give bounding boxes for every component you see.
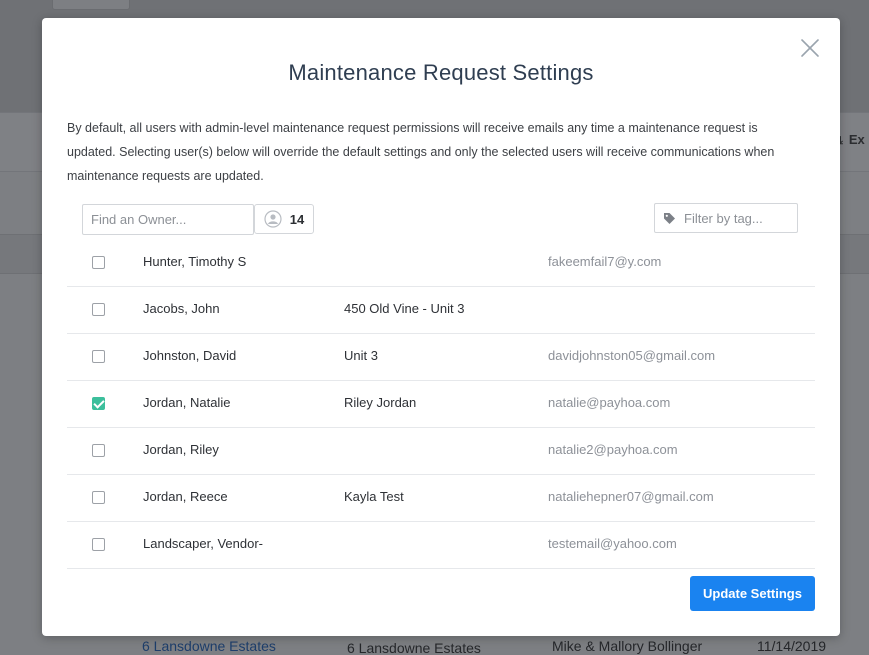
owner-list: Hunter, Timothy S fakeemfail7@y.com Jaco… — [67, 240, 815, 569]
owner-name: Jordan, Riley — [143, 442, 219, 457]
owner-checkbox[interactable] — [92, 397, 105, 410]
maintenance-settings-modal: Maintenance Request Settings By default,… — [42, 18, 840, 636]
background-owners: Mike & Mallory Bollinger — [552, 638, 703, 654]
owner-email: nataliehepner07@gmail.com — [548, 489, 714, 504]
owner-checkbox[interactable] — [92, 444, 105, 457]
owner-name: Jacobs, John — [143, 301, 220, 316]
background-date: 11/14/2019 — [757, 638, 827, 654]
modal-title: Maintenance Request Settings — [288, 60, 594, 85]
owner-name: Jordan, Reece — [143, 489, 228, 504]
user-circle-icon — [264, 210, 282, 228]
owner-checkbox[interactable] — [92, 350, 105, 363]
owner-email: testemail@yahoo.com — [548, 536, 677, 551]
owner-unit: 450 Old Vine - Unit 3 — [344, 301, 465, 316]
background-property-link: 6 Lansdowne Estates — [142, 638, 276, 654]
owner-row: Johnston, David Unit 3 davidjohnston05@g… — [67, 334, 815, 381]
owner-row: Jordan, Riley natalie2@payhoa.com — [67, 428, 815, 475]
owner-name: Hunter, Timothy S — [143, 254, 247, 269]
owner-email: davidjohnston05@gmail.com — [548, 348, 716, 363]
owner-email: natalie@payhoa.com — [548, 395, 671, 410]
owner-row: Jordan, Reece Kayla Test nataliehepner07… — [67, 475, 815, 522]
owner-count-button[interactable]: 14 — [254, 204, 314, 234]
owner-row: Jordan, Natalie Riley Jordan natalie@pay… — [67, 381, 815, 428]
close-icon — [801, 39, 819, 57]
tag-filter[interactable] — [654, 203, 798, 233]
owner-unit: Riley Jordan — [344, 395, 417, 410]
owner-unit: Kayla Test — [344, 489, 404, 504]
owner-name: Jordan, Natalie — [143, 395, 231, 410]
find-owner-input[interactable] — [82, 204, 254, 235]
export-label: Ex — [848, 132, 865, 147]
modal-description: By default, all users with admin-level m… — [67, 121, 775, 183]
tag-filter-input[interactable] — [682, 209, 796, 227]
owner-name: Landscaper, Vendor- — [143, 536, 263, 551]
owner-checkbox[interactable] — [92, 491, 105, 504]
background-tab — [52, 0, 130, 10]
owner-name: Johnston, David — [143, 348, 237, 363]
owner-email: fakeemfail7@y.com — [548, 254, 662, 269]
update-settings-button[interactable]: Update Settings — [690, 576, 815, 611]
owner-email: natalie2@payhoa.com — [548, 442, 678, 457]
tag-icon — [664, 212, 675, 224]
owner-row: Jacobs, John 450 Old Vine - Unit 3 — [67, 287, 815, 334]
background-table-row: 6 Lansdowne Estates 6 Lansdowne Estates … — [0, 632, 869, 655]
background-address: 6 Lansdowne Estates — [347, 640, 481, 655]
owner-unit: Unit 3 — [344, 348, 378, 363]
owner-row: Landscaper, Vendor- testemail@yahoo.com — [67, 522, 815, 569]
owner-row: Hunter, Timothy S fakeemfail7@y.com — [67, 240, 815, 287]
close-button[interactable] — [798, 36, 822, 60]
background-export-button: ⤓ Ex — [838, 132, 865, 148]
owner-count: 14 — [289, 211, 305, 227]
owner-checkbox[interactable] — [92, 303, 105, 316]
owner-checkbox[interactable] — [92, 256, 105, 269]
owner-checkbox[interactable] — [92, 538, 105, 551]
